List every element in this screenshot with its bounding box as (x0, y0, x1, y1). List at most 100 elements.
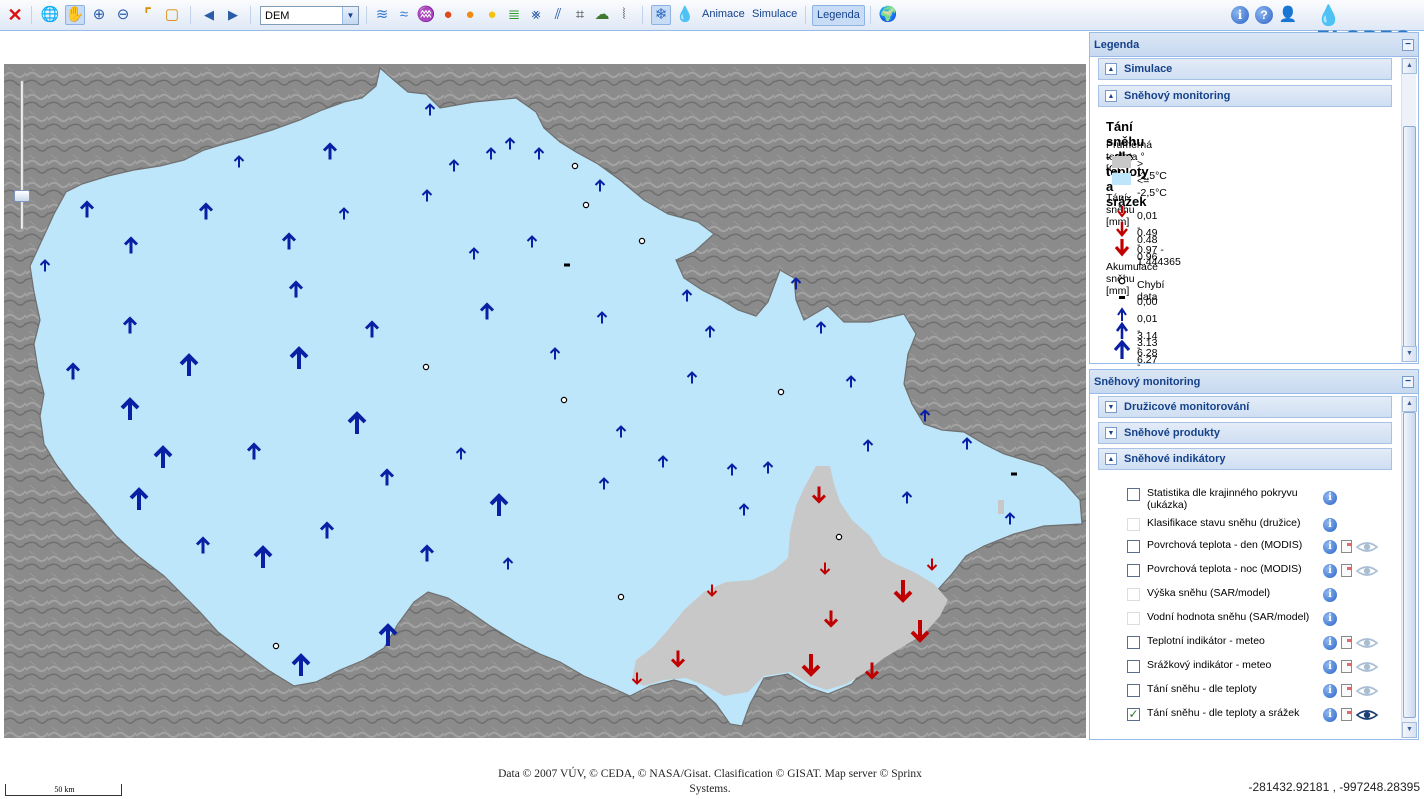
scroll-up-icon[interactable]: ▲ (1402, 396, 1417, 412)
grid-crop-icon[interactable]: ⌗ (570, 5, 590, 25)
layer-select[interactable]: DEM ▼ (260, 6, 359, 25)
attribution-line-2: Systems. (689, 783, 731, 795)
expand-arrow-icon[interactable]: ▲ (1105, 453, 1117, 465)
legenda-button[interactable]: Legenda (812, 5, 865, 26)
expand-arrow-icon[interactable]: ▼ (1105, 427, 1117, 439)
monitoring-panel-header[interactable]: Sněhový monitoring − (1090, 370, 1418, 394)
zoom-slider[interactable] (14, 80, 30, 230)
zoom-extent-icon[interactable]: ▢ (162, 5, 182, 25)
scroll-down-icon[interactable]: ▼ (1402, 722, 1417, 738)
info-icon[interactable]: i (1323, 518, 1337, 532)
zoom-out-icon[interactable]: ⊖ (113, 5, 133, 25)
stations-antenna-icon[interactable]: ⦚ (614, 5, 634, 25)
close-icon[interactable]: ✕ (5, 5, 25, 25)
zoom-slider-track[interactable] (20, 80, 24, 230)
earth-globe-icon[interactable]: 🌍 (878, 5, 898, 25)
document-icon[interactable] (1341, 636, 1352, 649)
map-canvas[interactable] (4, 64, 1086, 738)
legend-panel-header[interactable]: Legenda − (1090, 33, 1418, 57)
info-icon[interactable]: i (1230, 5, 1250, 25)
eye-icon[interactable] (1355, 708, 1379, 722)
document-icon[interactable] (1341, 684, 1352, 697)
zoom-box-icon[interactable]: ⌜ (138, 5, 158, 25)
indicator-checkbox[interactable] (1127, 660, 1140, 673)
info-icon[interactable]: i (1323, 588, 1337, 602)
document-icon[interactable] (1341, 708, 1352, 721)
scroll-down-icon[interactable]: ▼ (1402, 346, 1417, 362)
section-snehove-indikatory[interactable]: ▲ Sněhové indikátory (1098, 448, 1392, 470)
indicator-checkbox[interactable] (1127, 684, 1140, 697)
legend-scrollbar-thumb[interactable] (1403, 126, 1416, 358)
railways-icon[interactable]: ⫽ (548, 5, 568, 25)
section-label: Družicové monitorování (1124, 401, 1250, 413)
history-back-icon[interactable]: ◀ (199, 5, 219, 25)
flood-risk-icon[interactable]: ● (438, 5, 458, 25)
monitoring-scrollbar[interactable]: ▲ ▼ (1401, 396, 1417, 738)
land-cover-icon[interactable]: ≣ (504, 5, 524, 25)
info-icon[interactable]: i (1323, 540, 1337, 554)
monitoring-panel-title: Sněhový monitoring (1094, 376, 1201, 388)
section-druzicove-monitorovani[interactable]: ▼ Družicové monitorování (1098, 396, 1392, 418)
missing-data-marker (638, 237, 646, 245)
info-icon[interactable]: i (1323, 708, 1337, 722)
water-drop-logo-icon: 💧 (1316, 3, 1342, 27)
roads-icon[interactable]: ⨳ (526, 5, 546, 25)
info-icon[interactable]: i (1323, 491, 1337, 505)
indicator-checkbox[interactable] (1127, 564, 1140, 577)
temp-label-cold: <= -2,5°C (1137, 175, 1167, 199)
document-icon[interactable] (1341, 660, 1352, 673)
legend-section-snehovy-monitoring[interactable]: ▲ Sněhový monitoring (1098, 85, 1392, 107)
flood-extent-icon[interactable]: ● (482, 5, 502, 25)
indicator-checkbox[interactable] (1127, 488, 1140, 501)
indicator-checkbox[interactable] (1127, 636, 1140, 649)
history-forward-icon[interactable]: ▶ (223, 5, 243, 25)
flood-hazard-icon[interactable]: ● (460, 5, 480, 25)
monitoring-scrollbar-thumb[interactable] (1403, 412, 1416, 718)
indicator-checkbox[interactable]: ✓ (1127, 708, 1140, 721)
indicator-checkbox[interactable] (1127, 540, 1140, 553)
scale-bar: 50 km (5, 784, 122, 796)
document-icon[interactable] (1341, 564, 1352, 577)
expand-arrow-icon[interactable]: ▲ (1105, 63, 1117, 75)
water-flow-icon[interactable]: ≈ (394, 5, 414, 25)
indicator-label: Klasifikace stavu sněhu (družice) (1147, 517, 1301, 529)
floreo-app: ✕ 🌐 ✋ ⊕ ⊖ ⌜ ▢ ◀ ▶ DEM ▼ ≋ ≈ ♒ ● ● ● ≣ ⨳ … (0, 0, 1424, 799)
help-icon[interactable]: ? (1254, 5, 1274, 25)
eye-icon[interactable] (1355, 540, 1379, 554)
info-icon[interactable]: i (1323, 564, 1337, 578)
collapse-icon[interactable]: − (1402, 39, 1414, 51)
legend-section-simulace[interactable]: ▲ Simulace (1098, 58, 1392, 80)
animace-button[interactable]: Animace (702, 8, 745, 20)
map-view[interactable] (4, 64, 1086, 738)
eye-icon[interactable] (1355, 564, 1379, 578)
eye-icon[interactable] (1355, 636, 1379, 650)
cursor-coordinates: -281432.92181 , -997248.28395 (1248, 780, 1421, 794)
info-icon[interactable]: i (1323, 612, 1337, 626)
document-icon[interactable] (1341, 540, 1352, 553)
simulace-button[interactable]: Simulace (752, 8, 797, 20)
zoom-slider-thumb[interactable] (14, 190, 30, 202)
expand-arrow-icon[interactable]: ▼ (1105, 401, 1117, 413)
water-drops-icon[interactable]: 💧 (675, 5, 695, 25)
user-icon[interactable]: 👤 (1278, 5, 1298, 25)
section-snehove-produkty[interactable]: ▼ Sněhové produkty (1098, 422, 1392, 444)
zoom-in-icon[interactable]: ⊕ (89, 5, 109, 25)
eye-icon[interactable] (1355, 660, 1379, 674)
expand-arrow-icon[interactable]: ▲ (1105, 90, 1117, 102)
indicator-label: Statistika dle krajinného pokryvu (ukázk… (1147, 487, 1298, 511)
rivers-icon[interactable]: ≋ (372, 5, 392, 25)
info-icon[interactable]: i (1323, 684, 1337, 698)
pan-hand-icon[interactable]: ✋ (65, 5, 85, 25)
chevron-down-icon[interactable]: ▼ (342, 7, 358, 24)
globe-navigate-icon[interactable]: 🌐 (40, 5, 60, 25)
terrain-layer-icon[interactable]: ♒ (416, 5, 436, 25)
info-icon[interactable]: i (1323, 660, 1337, 674)
snowflake-icon[interactable]: ❄ (651, 5, 671, 25)
legend-scrollbar[interactable]: ▲ ▼ (1401, 58, 1417, 362)
scroll-up-icon[interactable]: ▲ (1402, 58, 1417, 74)
info-icon[interactable]: i (1323, 636, 1337, 650)
collapse-icon[interactable]: − (1402, 376, 1414, 388)
eye-icon[interactable] (1355, 684, 1379, 698)
temp-swatch-cold (1112, 173, 1131, 185)
map-region-icon[interactable]: ☁ (592, 5, 612, 25)
